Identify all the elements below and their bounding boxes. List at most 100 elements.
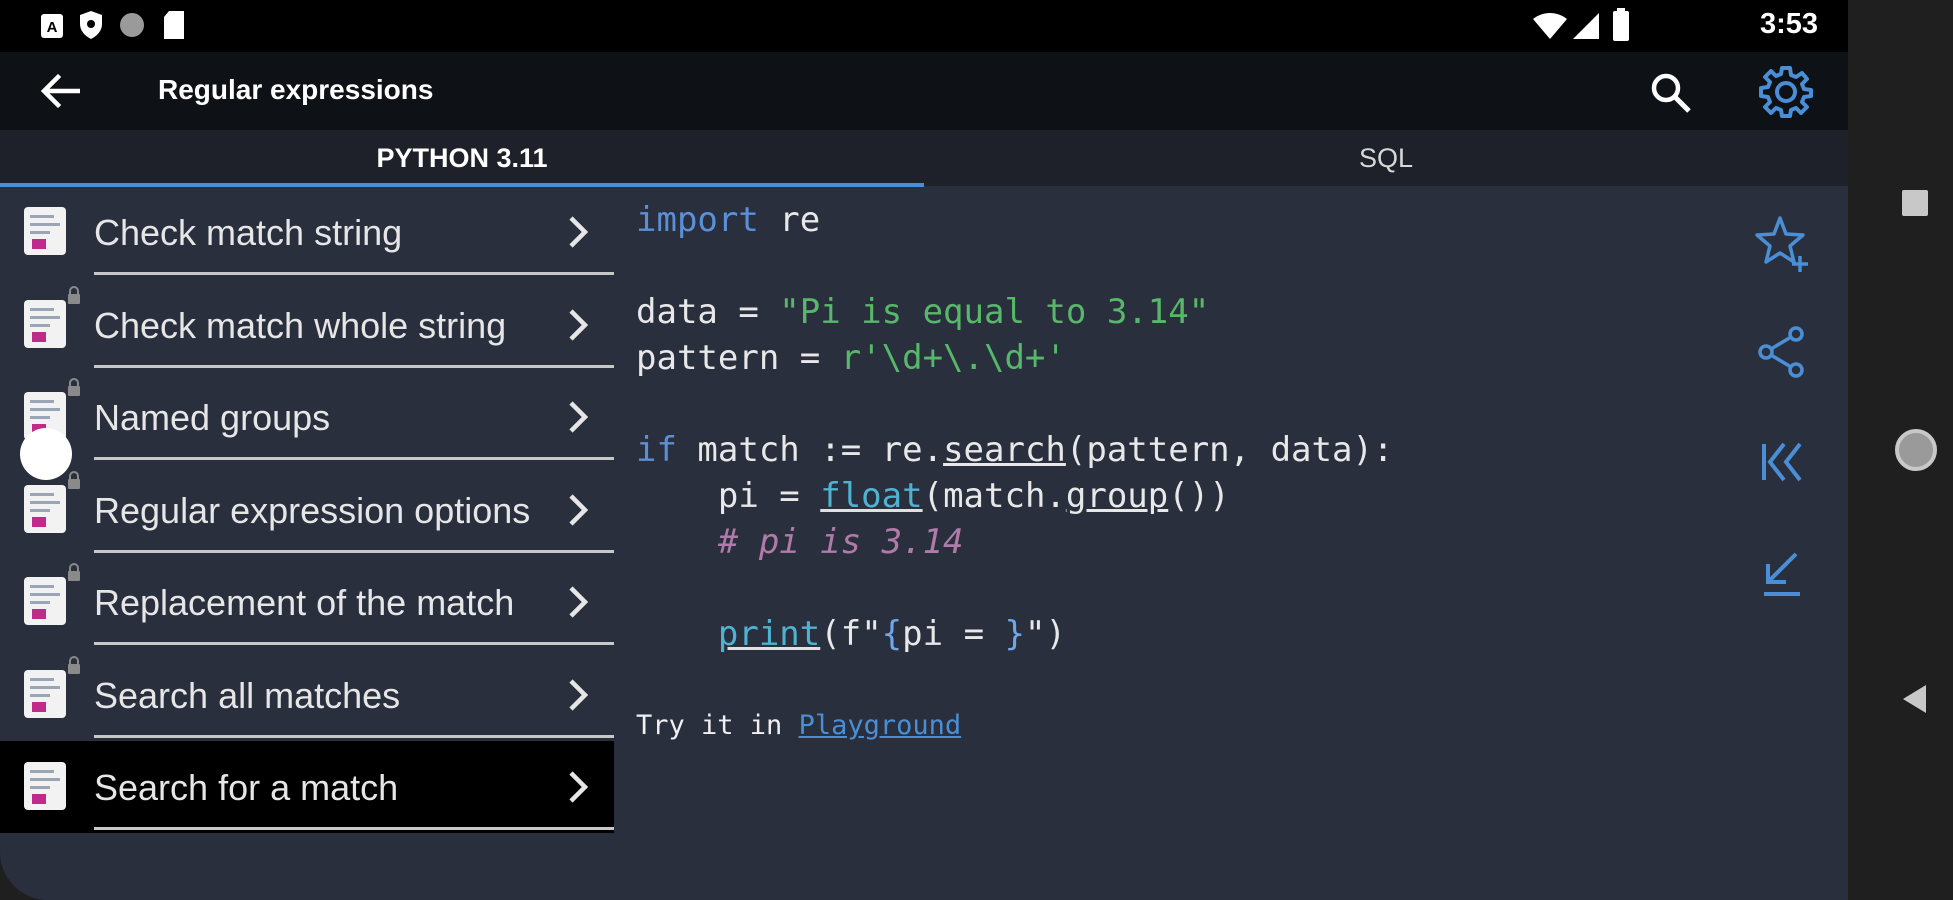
battery-icon: [1613, 8, 1629, 41]
chevron-right-icon: [569, 771, 589, 803]
code-text: data =: [636, 292, 780, 332]
tab-sql-label: SQL: [1358, 142, 1414, 173]
list-item-label: Regular expression options: [94, 490, 531, 531]
list-divider: [94, 735, 614, 738]
search-icon[interactable]: [1650, 72, 1692, 114]
code-line-2: data = "Pi is equal to 3.14": [636, 292, 1209, 332]
code-text: pi =: [636, 476, 821, 516]
svg-text:A: A: [47, 19, 58, 36]
code-line-6: # pi is 3.14: [636, 522, 964, 562]
wifi-icon: [1533, 13, 1567, 39]
chevron-right-icon: [569, 216, 589, 248]
cell-signal-icon: [1573, 13, 1599, 39]
list-divider: [94, 365, 614, 368]
lock-icon: [68, 286, 80, 304]
code-text: ()): [1168, 476, 1230, 516]
notification-a-icon: A: [41, 14, 63, 38]
list-item[interactable]: Search for a match: [0, 741, 614, 833]
navigation-bar: [1848, 0, 1953, 900]
code-text: pattern =: [636, 338, 841, 378]
lock-icon: [68, 563, 80, 581]
code-line-5: pi = float(match.group()): [636, 476, 1230, 516]
list-item-label: Named groups: [94, 397, 331, 438]
gear-icon[interactable]: [1758, 64, 1814, 120]
list-item-label: Search for a match: [94, 767, 399, 808]
code-function[interactable]: group: [1066, 476, 1168, 516]
examples-list: Check match string Check match whole stri…: [0, 186, 614, 900]
code-text: match := re.: [676, 430, 944, 470]
list-item[interactable]: Check match whole string: [0, 279, 614, 371]
code-line-4: if match := re.search(pattern, data):: [636, 430, 1393, 470]
code-string: r'\d+\.\d+': [840, 338, 1066, 378]
try-it-line: Try it in Playground: [636, 710, 961, 741]
try-it-prefix: Try it in: [636, 710, 799, 741]
code-brace: {: [881, 614, 903, 654]
list-divider: [94, 550, 614, 553]
code-builtin[interactable]: print: [718, 614, 820, 654]
share-icon[interactable]: [1752, 322, 1812, 382]
code-line-3: pattern = r'\d+\.\d+': [636, 338, 1066, 378]
list-item-label: Check match string: [94, 212, 403, 253]
code-text: pi =: [902, 614, 1005, 654]
app-bar: Regular expressions: [0, 52, 1848, 130]
playground-link[interactable]: Playground: [799, 710, 962, 741]
code-file-icon: [24, 207, 66, 255]
list-item[interactable]: Search all matches: [0, 649, 614, 741]
chevron-right-icon: [569, 401, 589, 433]
page-title: Regular expressions: [158, 74, 434, 105]
code-string: "Pi is equal to 3.14": [779, 292, 1210, 332]
tab-sql[interactable]: SQL: [924, 130, 1848, 186]
code-keyword: if: [636, 430, 677, 470]
list-item[interactable]: Named groups: [0, 371, 614, 463]
list-divider: [94, 827, 614, 830]
code-text: (f": [820, 614, 882, 654]
lock-icon: [68, 656, 80, 674]
code-text: (pattern, data):: [1065, 430, 1394, 470]
touch-indicator: [20, 428, 72, 480]
list-item[interactable]: Replacement of the match: [0, 556, 614, 648]
lock-icon: [68, 471, 80, 489]
code-builtin[interactable]: float: [820, 476, 922, 516]
code-file-icon: [24, 300, 66, 348]
chevron-right-icon: [569, 309, 589, 341]
code-file-icon: [24, 577, 66, 625]
status-bar: A 3:53: [0, 0, 1848, 52]
list-item-label: Replacement of the match: [94, 582, 515, 623]
tab-bar: PYTHON 3.11 SQL: [0, 130, 1848, 187]
list-divider: [94, 642, 614, 645]
lock-icon: [68, 378, 80, 396]
code-text: re: [758, 200, 821, 240]
list-divider: [94, 272, 614, 275]
code-text: "): [1025, 614, 1066, 654]
device-frame: A 3:53 Regular expressions PYTHON 3.11 S…: [0, 0, 1953, 900]
back-arrow-icon[interactable]: [40, 72, 80, 110]
code-function[interactable]: search: [943, 430, 1066, 470]
code-file-icon: [24, 670, 66, 718]
code-brace: }: [1004, 614, 1025, 654]
code-line-7: print(f"{pi = }"): [636, 614, 1066, 654]
code-keyword: import: [636, 200, 759, 240]
list-divider: [94, 457, 614, 460]
sd-card-icon: [164, 11, 184, 39]
circle-status-icon: [120, 13, 144, 37]
back-triangle-icon[interactable]: [1900, 683, 1928, 715]
code-comment: # pi is 3.14: [636, 522, 964, 562]
collapse-arrow-icon[interactable]: [1752, 544, 1812, 604]
code-line-1: import re: [636, 200, 820, 240]
chevron-right-icon: [569, 679, 589, 711]
skip-to-first-icon[interactable]: [1752, 432, 1812, 492]
screen: A 3:53 Regular expressions PYTHON 3.11 S…: [0, 0, 1848, 900]
chevron-right-icon: [569, 586, 589, 618]
recents-square-icon[interactable]: [1900, 188, 1930, 218]
status-clock: 3:53: [1759, 8, 1818, 40]
list-item-label: Check match whole string: [94, 305, 507, 346]
star-plus-icon[interactable]: [1752, 214, 1812, 274]
tab-python[interactable]: PYTHON 3.11: [0, 130, 924, 186]
code-file-icon: [24, 762, 66, 810]
code-file-icon: [24, 485, 66, 533]
shield-icon: [80, 11, 102, 39]
list-item[interactable]: Check match string: [0, 186, 614, 278]
list-item[interactable]: Regular expression options: [0, 464, 614, 556]
home-circle-icon[interactable]: [1894, 428, 1938, 472]
